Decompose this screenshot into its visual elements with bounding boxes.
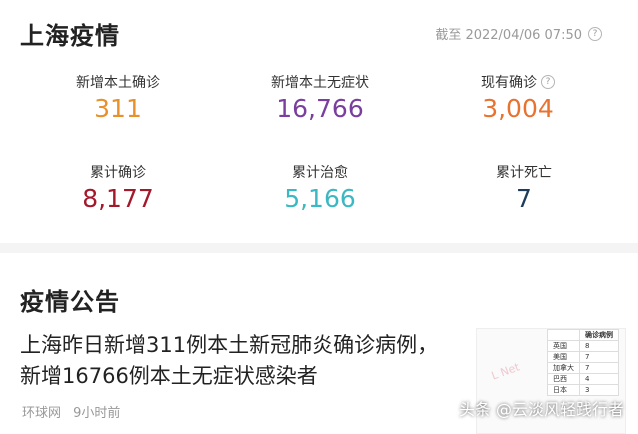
stat-label: 累计死亡	[496, 165, 552, 181]
table-cell: 8	[579, 340, 619, 352]
stat-total-confirmed: 累计确诊 8,177	[18, 162, 218, 213]
thumbnail-logo-mark: L Net	[489, 360, 522, 383]
stat-label: 新增本土无症状	[271, 75, 369, 91]
news-headline-link[interactable]: 上海昨日新增311例本土新冠肺炎确诊病例， 新增16766例本土无症状感染者	[20, 330, 450, 392]
page-title: 上海疫情	[20, 22, 120, 50]
table-cell: 日本	[547, 384, 580, 396]
update-time-text: 截至 2022/04/06 07:50	[435, 28, 582, 43]
stat-value: 311	[94, 94, 142, 123]
table-cell: 巴西	[547, 373, 580, 385]
stat-value: 16,766	[276, 94, 364, 123]
table-row: 日本 3	[547, 384, 619, 396]
stat-label: 累计治愈	[292, 165, 348, 181]
stat-value: 5,166	[284, 184, 356, 213]
news-time: 9小时前	[73, 406, 121, 421]
help-icon[interactable]: ?	[588, 26, 602, 41]
stat-new-local-asymptomatic: 新增本土无症状 16,766	[220, 72, 420, 123]
stat-value: 8,177	[82, 184, 154, 213]
thumbnail-table: 确诊病例 英国 8 美国 7 加拿大 7 巴西 4 日本 3	[547, 329, 619, 396]
update-time: 截至 2022/04/06 07:50 ?	[435, 24, 602, 43]
thumbnail-table-header: 确诊病例	[579, 329, 619, 341]
table-row: 美国 7	[547, 351, 619, 363]
headline-line: 上海昨日新增311例本土新冠肺炎确诊病例，	[20, 333, 439, 357]
table-cell: 美国	[547, 351, 580, 363]
stat-value: 7	[516, 184, 532, 213]
table-row: 英国 8	[547, 340, 619, 352]
table-cell: 加拿大	[547, 362, 580, 374]
table-row: 巴西 4	[547, 373, 619, 385]
stat-total-deaths: 累计死亡 7	[424, 162, 624, 213]
notice-title: 疫情公告	[20, 288, 120, 316]
stat-label: 现有确诊	[481, 75, 537, 91]
table-cell: 3	[579, 384, 619, 396]
table-cell: 7	[579, 351, 619, 363]
news-source[interactable]: 环球网	[22, 406, 61, 421]
watermark: 头条 @云淡风轻践行者	[458, 400, 624, 419]
stat-value: 3,004	[482, 94, 554, 123]
headline-line: 新增16766例本土无症状感染者	[20, 364, 318, 388]
stat-new-local-confirmed: 新增本土确诊 311	[18, 72, 218, 123]
table-cell: 4	[579, 373, 619, 385]
help-icon[interactable]: ?	[541, 75, 555, 89]
news-meta: 环球网 9小时前	[22, 402, 128, 421]
table-row: 加拿大 7	[547, 362, 619, 374]
table-cell: 7	[579, 362, 619, 374]
stat-label: 新增本土确诊	[76, 75, 160, 91]
section-divider	[0, 243, 638, 253]
stat-label: 累计确诊	[90, 165, 146, 181]
stat-current-confirmed: 现有确诊 ? 3,004	[418, 72, 618, 123]
table-cell: 英国	[547, 340, 580, 352]
stat-total-cured: 累计治愈 5,166	[220, 162, 420, 213]
